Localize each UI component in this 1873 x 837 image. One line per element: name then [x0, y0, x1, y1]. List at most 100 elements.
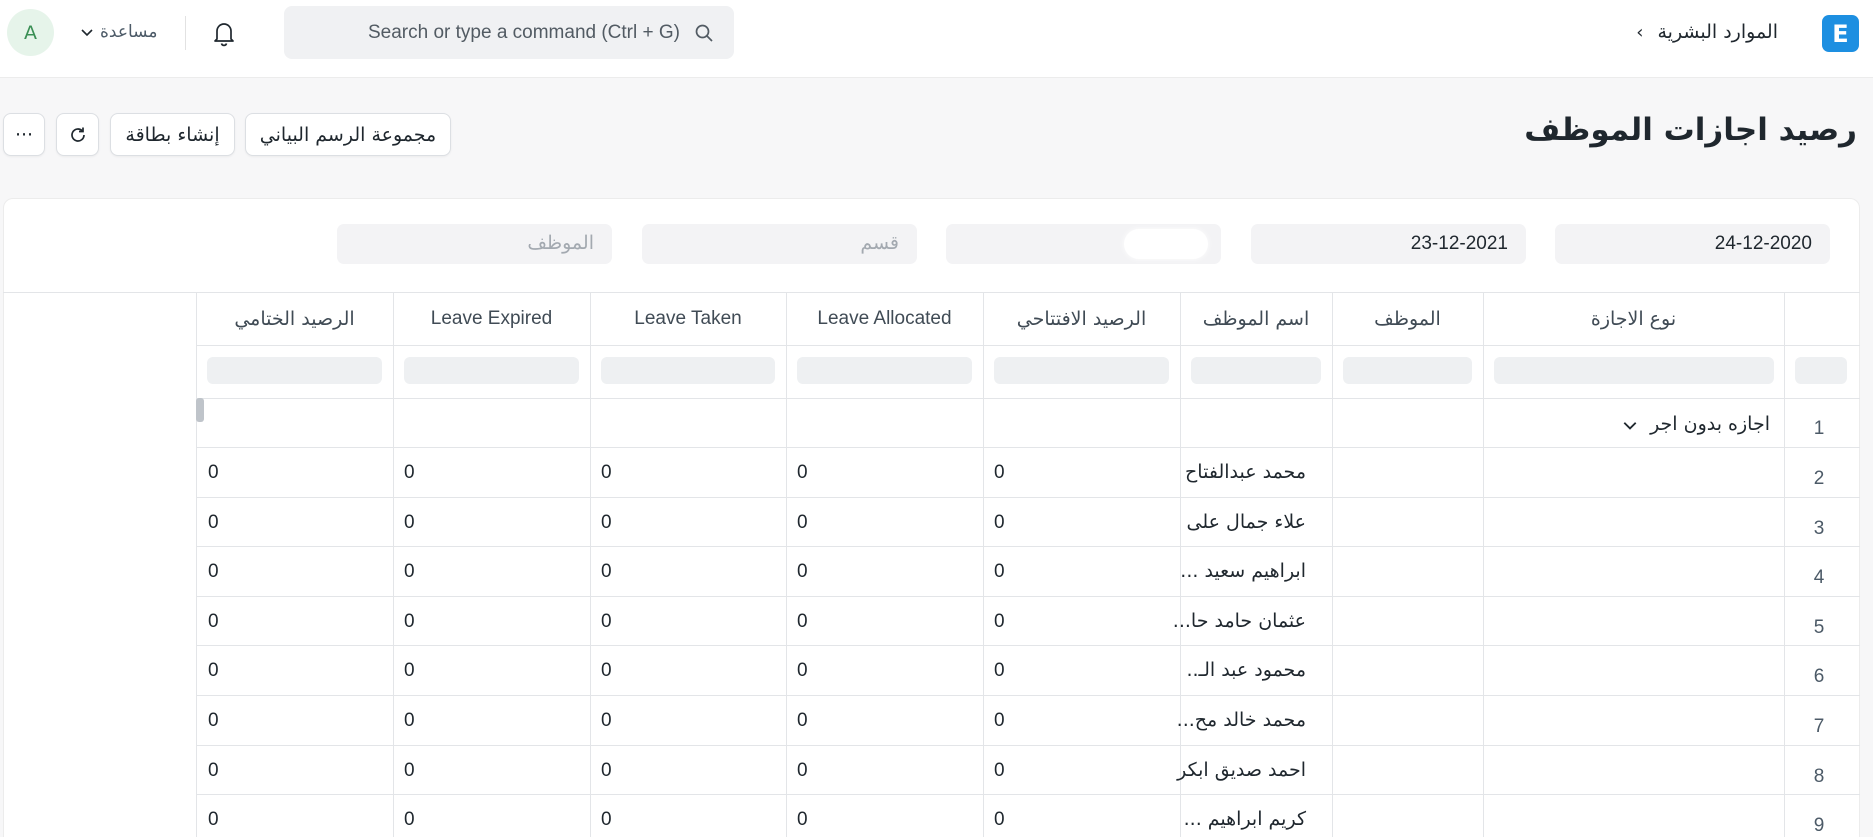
closing-balance-cell[interactable]: 0: [208, 746, 393, 795]
group-row-leave-type[interactable]: اجازه بدون اجر: [1560, 400, 1770, 449]
employee-name-cell[interactable]: احمد صديق ابكر: [1177, 746, 1318, 795]
app-logo-letter: E: [1832, 19, 1849, 48]
row-index-filter: [1795, 357, 1847, 384]
avatar-letter: A: [24, 21, 37, 44]
breadcrumb-module[interactable]: الموارد البشرية: [1657, 21, 1778, 43]
opening-balance-cell[interactable]: 0: [994, 696, 1179, 745]
leave-type-column-filter[interactable]: [1494, 357, 1774, 384]
opening-balance-cell[interactable]: 0: [994, 448, 1179, 497]
filter-toggle[interactable]: [1124, 229, 1208, 259]
leave-taken-cell[interactable]: 0: [601, 746, 786, 795]
employee-placeholder: الموظف: [527, 233, 594, 254]
leave-taken-cell[interactable]: 0: [601, 448, 786, 497]
leave-allocated-cell[interactable]: 0: [797, 547, 982, 596]
leave-allocated-cell[interactable]: 0: [797, 597, 982, 646]
employee-name-cell[interactable]: كريم ابراهيم ...: [1180, 795, 1318, 837]
employee-name-cell[interactable]: عثمان حامد حا...: [1173, 597, 1318, 646]
bell-icon[interactable]: [211, 19, 237, 47]
column-divider: [786, 292, 787, 837]
leave-expired-column-filter[interactable]: [404, 357, 579, 384]
row-number: 5: [1813, 616, 1825, 638]
leave-taken-cell[interactable]: 0: [601, 646, 786, 695]
leave-taken-column-filter[interactable]: [601, 357, 775, 384]
leave-expired-cell[interactable]: 0: [404, 795, 589, 837]
opening-balance-cell[interactable]: 0: [994, 795, 1179, 837]
row-number: 7: [1813, 716, 1825, 737]
table-left-border: [196, 292, 197, 837]
navbar-divider: [185, 16, 186, 50]
leave-expired-cell[interactable]: 0: [404, 597, 589, 646]
leave-taken-cell[interactable]: 0: [601, 547, 786, 596]
column-header-closing-balance[interactable]: الرصيد الختامي: [196, 293, 393, 345]
refresh-button[interactable]: [56, 113, 99, 156]
opening-balance-cell[interactable]: 0: [994, 547, 1179, 596]
row-number: 8: [1813, 765, 1825, 787]
column-divider: [590, 292, 591, 837]
row-number: 4: [1813, 567, 1825, 589]
closing-balance-cell[interactable]: 0: [208, 597, 393, 646]
opening-balance-cell[interactable]: 0: [994, 746, 1179, 795]
leave-allocated-cell[interactable]: 0: [797, 696, 982, 745]
opening-balance-cell[interactable]: 0: [994, 498, 1179, 547]
avatar[interactable]: A: [7, 9, 54, 56]
employee-filter[interactable]: الموظف: [337, 224, 612, 264]
leave-allocated-cell[interactable]: 0: [797, 448, 982, 497]
department-filter[interactable]: قسم: [642, 224, 917, 264]
employee-name-cell[interactable]: ابراهيم سعيد ...: [1180, 547, 1318, 596]
closing-balance-column-filter[interactable]: [207, 357, 382, 384]
leave-expired-cell[interactable]: 0: [404, 696, 589, 745]
leave-expired-cell[interactable]: 0: [404, 498, 589, 547]
employee-column-filter[interactable]: [1343, 357, 1472, 384]
closing-balance-cell[interactable]: 0: [208, 547, 393, 596]
page-title: رصيد اجازات الموظف: [1524, 112, 1857, 148]
opening-balance-cell[interactable]: 0: [994, 597, 1179, 646]
column-header-leave-type[interactable]: نوع الاجازة: [1483, 293, 1784, 345]
employee-name-column-filter[interactable]: [1191, 357, 1321, 384]
closing-balance-cell[interactable]: 0: [208, 646, 393, 695]
employee-name-cell[interactable]: علاء جمال على: [1180, 498, 1318, 547]
navbar: A مساعدة Search or type a command (Ctrl …: [0, 0, 1873, 78]
leave-allocated-cell[interactable]: 0: [797, 795, 982, 837]
employee-name-cell[interactable]: محمود عبد الـ..: [1180, 646, 1318, 695]
closing-balance-cell[interactable]: 0: [208, 498, 393, 547]
leave-allocated-column-filter[interactable]: [797, 357, 972, 384]
leave-taken-cell[interactable]: 0: [601, 795, 786, 837]
leave-allocated-cell[interactable]: 0: [797, 646, 982, 695]
leave-taken-cell[interactable]: 0: [601, 498, 786, 547]
chevron-down-icon: [81, 29, 93, 37]
leave-expired-cell[interactable]: 0: [404, 448, 589, 497]
column-header-employee[interactable]: الموظف: [1332, 293, 1483, 345]
opening-balance-column-filter[interactable]: [994, 357, 1169, 384]
more-actions-button[interactable]: ···: [3, 113, 45, 156]
help-dropdown[interactable]: مساعدة: [80, 18, 175, 46]
column-header-employee-name[interactable]: اسم الموظف: [1180, 293, 1332, 345]
leave-taken-cell[interactable]: 0: [601, 597, 786, 646]
chevron-down-icon[interactable]: [1622, 417, 1638, 433]
column-header-leave-expired[interactable]: Leave Expired: [393, 293, 590, 345]
column-header-leave-taken[interactable]: Leave Taken: [590, 293, 786, 345]
from-date-filter[interactable]: 24-12-2020: [1555, 224, 1830, 264]
refresh-icon: [70, 127, 85, 142]
closing-balance-cell[interactable]: 0: [208, 795, 393, 837]
leave-allocated-cell[interactable]: 0: [797, 746, 982, 795]
column-header-leave-allocated[interactable]: Leave Allocated: [786, 293, 983, 345]
column-header-opening-balance[interactable]: الرصيد الافتتاحي: [983, 293, 1180, 345]
leave-expired-cell[interactable]: 0: [404, 646, 589, 695]
leave-expired-cell[interactable]: 0: [404, 746, 589, 795]
employee-name-cell[interactable]: محمد عبدالفتاح: [1180, 448, 1318, 497]
leave-expired-cell[interactable]: 0: [404, 547, 589, 596]
leave-taken-cell[interactable]: 0: [601, 696, 786, 745]
horizontal-scrollbar[interactable]: [196, 398, 204, 422]
app-logo[interactable]: E: [1822, 15, 1859, 52]
closing-balance-cell[interactable]: 0: [208, 696, 393, 745]
opening-balance-cell[interactable]: 0: [994, 646, 1179, 695]
employee-name-cell[interactable]: محمد خالد مح...: [1177, 696, 1318, 745]
to-date-filter[interactable]: 23-12-2021: [1251, 224, 1526, 264]
breadcrumb[interactable]: الموارد البشرية ›: [1636, 17, 1778, 47]
leave-allocated-cell[interactable]: 0: [797, 498, 982, 547]
closing-balance-cell[interactable]: 0: [208, 448, 393, 497]
chart-group-button[interactable]: مجموعة الرسم البياني: [245, 113, 451, 156]
row-number: 3: [1813, 517, 1825, 539]
create-card-button[interactable]: إنشاء بطاقة: [110, 113, 235, 156]
search-bar[interactable]: Search or type a command (Ctrl + G): [284, 6, 734, 59]
